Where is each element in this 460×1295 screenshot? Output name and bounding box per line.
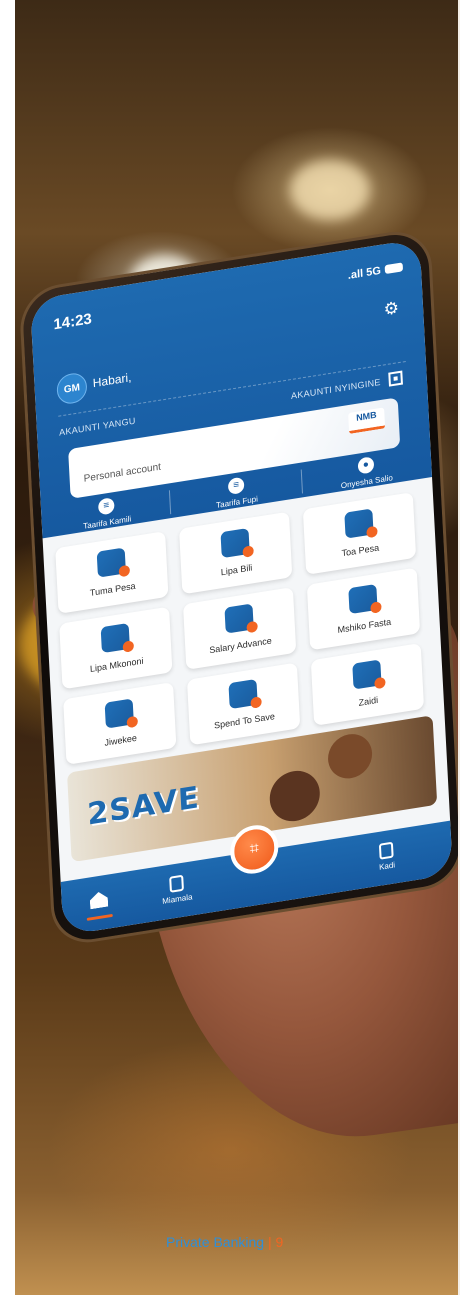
nav-miamala[interactable]: Miamala <box>141 870 212 909</box>
nav-label: Miamala <box>162 892 193 906</box>
service-label: Lipa Mkononi <box>89 655 144 675</box>
bank-logo: NMB <box>348 407 386 434</box>
mini-statement-icon: ≡ <box>227 476 245 496</box>
service-mshiko-fasta[interactable]: Mshiko Fasta <box>306 567 421 651</box>
service-toa-pesa[interactable]: Toa Pesa <box>302 492 417 575</box>
service-jiwekee[interactable]: Jiwekee <box>63 682 177 765</box>
nav-label: Kadi <box>378 860 396 872</box>
banner-photo-person <box>268 767 322 825</box>
service-label: Salary Advance <box>209 635 273 656</box>
statement-icon: ≡ <box>97 497 115 516</box>
banner-title: 2SAVE <box>86 780 201 833</box>
service-label: Jiwekee <box>104 732 138 748</box>
service-label: Tuma Pesa <box>89 580 136 598</box>
service-salary-advance[interactable]: Salary Advance <box>182 587 297 670</box>
qr-code-icon[interactable] <box>388 370 403 387</box>
service-label: Lipa Bili <box>220 562 253 578</box>
withdraw-icon <box>344 508 374 539</box>
card-icon <box>378 841 394 860</box>
pay-bill-icon <box>220 527 250 559</box>
gear-icon[interactable]: ⚙ <box>383 298 399 320</box>
banner-photo-person <box>326 730 374 782</box>
eye-icon: ● <box>357 456 375 475</box>
service-spend-to-save[interactable]: Spend To Save <box>186 662 301 746</box>
bokeh-light <box>290 160 370 220</box>
service-label: Spend To Save <box>213 711 276 731</box>
quick-action-label: Taarifa Kamili <box>82 514 132 531</box>
service-label: Toa Pesa <box>341 542 380 559</box>
transactions-icon <box>169 874 184 893</box>
savings-bag-icon <box>104 698 134 729</box>
qr-pay-icon <box>100 622 130 654</box>
spend-to-save-icon <box>228 678 258 710</box>
page-margin <box>0 0 15 1295</box>
quick-action-label: Onyesha Salio <box>340 473 394 491</box>
service-zaidi[interactable]: Zaidi <box>310 643 425 726</box>
send-money-icon <box>96 547 126 578</box>
home-icon[interactable] <box>89 891 108 910</box>
service-lipa-bili[interactable]: Lipa Bili <box>179 511 293 595</box>
nav-kadi[interactable]: Kadi <box>351 837 422 876</box>
active-tab-indicator <box>86 913 113 921</box>
app-screen: 14:23 .all 5G ⚙ GM Habari, AKAUNTI YANGU… <box>30 238 453 936</box>
service-tuma-pesa[interactable]: Tuma Pesa <box>55 531 169 614</box>
account-name: Personal account <box>83 461 162 485</box>
page-number: 9 <box>275 1234 284 1250</box>
footer-separator: | <box>267 1234 272 1250</box>
page-footer: Private Banking | 9 <box>166 1234 283 1250</box>
footer-text: Private Banking <box>166 1234 265 1250</box>
service-label: Mshiko Fasta <box>337 616 392 636</box>
salary-advance-icon <box>224 603 254 634</box>
phone: 14:23 .all 5G ⚙ GM Habari, AKAUNTI YANGU… <box>21 229 460 945</box>
loan-icon <box>348 583 378 615</box>
service-label: Zaidi <box>358 694 379 708</box>
service-lipa-mkononi[interactable]: Lipa Mkononi <box>59 606 173 690</box>
more-icon <box>352 659 382 690</box>
